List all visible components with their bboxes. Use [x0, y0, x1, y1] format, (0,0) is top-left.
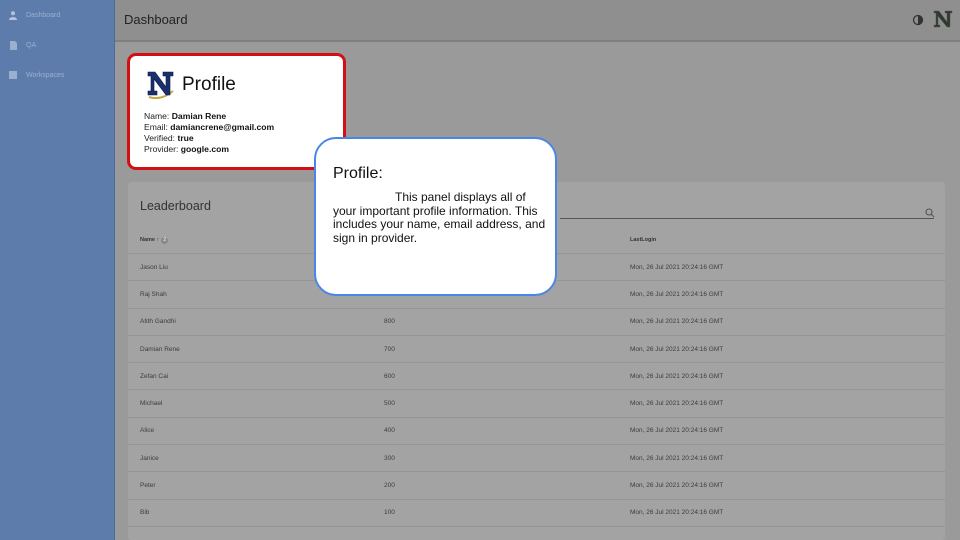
cell-score: 200 — [372, 471, 618, 500]
table-row[interactable]: Bib 100 Mon, 26 Jul 2021 20:24:16 GMT — [128, 499, 945, 527]
cell-score: 700 — [372, 335, 618, 364]
cell-name: Peter — [128, 471, 372, 500]
sidebar-item-qa[interactable]: QA — [0, 30, 114, 60]
n-logo-icon[interactable] — [932, 8, 954, 30]
sidebar-item-dashboard[interactable]: Dashboard — [0, 0, 114, 30]
email-label: Email: — [144, 122, 168, 132]
sort-order-badge: 2 — [161, 236, 169, 244]
sidebar-item-label: QA — [26, 41, 37, 49]
sidebar-item-label: Workspaces — [26, 71, 65, 79]
table-row[interactable]: Zefan Cai 600 Mon, 26 Jul 2021 20:24:16 GM… — [128, 362, 945, 391]
cell-last: Mon, 26 Jul 2021 20:24:16 GMT — [618, 253, 945, 282]
profile-provider-row: Provider: google.com — [144, 144, 274, 155]
profile-name-row: Name: Damian Rene — [144, 111, 274, 122]
callout-body: This panel displays all of your importan… — [333, 190, 546, 245]
cell-name: Michael — [128, 389, 372, 418]
cell-score: 600 — [372, 362, 618, 391]
profile-verified-row: Verified: true — [144, 133, 274, 144]
cell-name: Alice — [128, 417, 372, 446]
table-row[interactable]: Damian Rene 700 Mon, 26 Jul 2021 20:24:16 … — [128, 335, 945, 364]
cell-name: Bib — [128, 499, 372, 527]
callout-title: Profile: — [333, 165, 383, 182]
cell-score: 300 — [372, 444, 618, 473]
name-label: Name: — [144, 111, 170, 121]
cell-last: Mon, 26 Jul 2021 20:24:16 GMT — [618, 335, 945, 364]
cell-name: Janice — [128, 444, 372, 473]
profile-title: Profile — [182, 74, 236, 95]
provider-value: google.com — [180, 144, 230, 154]
cell-score: 100 — [372, 499, 618, 527]
cell-last: Mon, 26 Jul 2021 20:24:16 GMT — [618, 362, 945, 391]
sidebar: Dashboard QA Workspaces — [0, 0, 115, 540]
verified-label: Verified: — [144, 133, 176, 143]
sidebar-item-workspaces[interactable]: Workspaces — [0, 60, 114, 90]
page-title: Dashboard — [124, 12, 188, 27]
profile-card: Profile Name: Damian Rene Email: damianc… — [127, 53, 346, 170]
cell-last: Mon, 26 Jul 2021 20:24:16 GMT — [618, 308, 945, 336]
document-icon — [8, 40, 18, 50]
profile-info: Name: Damian Rene Email: damiancrene@gma… — [144, 111, 274, 155]
table-row[interactable]: Peter 200 Mon, 26 Jul 2021 20:24:16 GMT — [128, 471, 945, 500]
search-input[interactable] — [560, 218, 934, 219]
verified-value: true — [177, 133, 194, 143]
grid-icon — [8, 70, 18, 80]
cell-score: 800 — [372, 308, 618, 336]
email-value: damiancrene@gmail.com — [170, 122, 275, 132]
cell-last: Mon, 26 Jul 2021 20:24:16 GMT — [618, 417, 945, 446]
table-row[interactable]: Janice 300 Mon, 26 Jul 2021 20:24:16 GMT — [128, 444, 945, 473]
name-value: Damian Rene — [171, 111, 227, 121]
cell-last: Mon, 26 Jul 2021 20:24:16 GMT — [618, 499, 945, 527]
theme-toggle-icon[interactable] — [912, 13, 924, 26]
table-row[interactable]: Alice 400 Mon, 26 Jul 2021 20:24:16 GMT — [128, 417, 945, 446]
tutorial-callout: Profile: This panel displays all of your… — [314, 137, 557, 296]
table-row[interactable]: Atith Gandhi 800 Mon, 26 Jul 2021 20:24:16… — [128, 308, 945, 336]
cell-score: 500 — [372, 389, 618, 418]
column-header-lastlogin[interactable]: LastLogin — [618, 227, 945, 254]
provider-label: Provider: — [144, 144, 179, 154]
profile-email-row: Email: damiancrene@gmail.com — [144, 122, 274, 133]
table-row[interactable]: Michael 500 Mon, 26 Jul 2021 20:24:16 GMT — [128, 389, 945, 418]
cell-last: Mon, 26 Jul 2021 20:24:16 GMT — [618, 280, 945, 309]
cell-name: Zefan Cai — [128, 362, 372, 391]
cell-last: Mon, 26 Jul 2021 20:24:16 GMT — [618, 389, 945, 418]
cell-score: 400 — [372, 417, 618, 446]
cell-name: Atith Gandhi — [128, 308, 372, 336]
sidebar-item-label: Dashboard — [26, 11, 61, 19]
search-icon[interactable] — [925, 205, 935, 218]
cell-last: Mon, 26 Jul 2021 20:24:16 GMT — [618, 471, 945, 500]
cell-last: Mon, 26 Jul 2021 20:24:16 GMT — [618, 444, 945, 473]
person-icon — [8, 10, 18, 20]
n-logo-icon — [146, 69, 176, 100]
cell-name: Damian Rene — [128, 335, 372, 364]
top-app-bar: Dashboard — [115, 0, 960, 42]
leaderboard-title: Leaderboard — [140, 199, 211, 213]
